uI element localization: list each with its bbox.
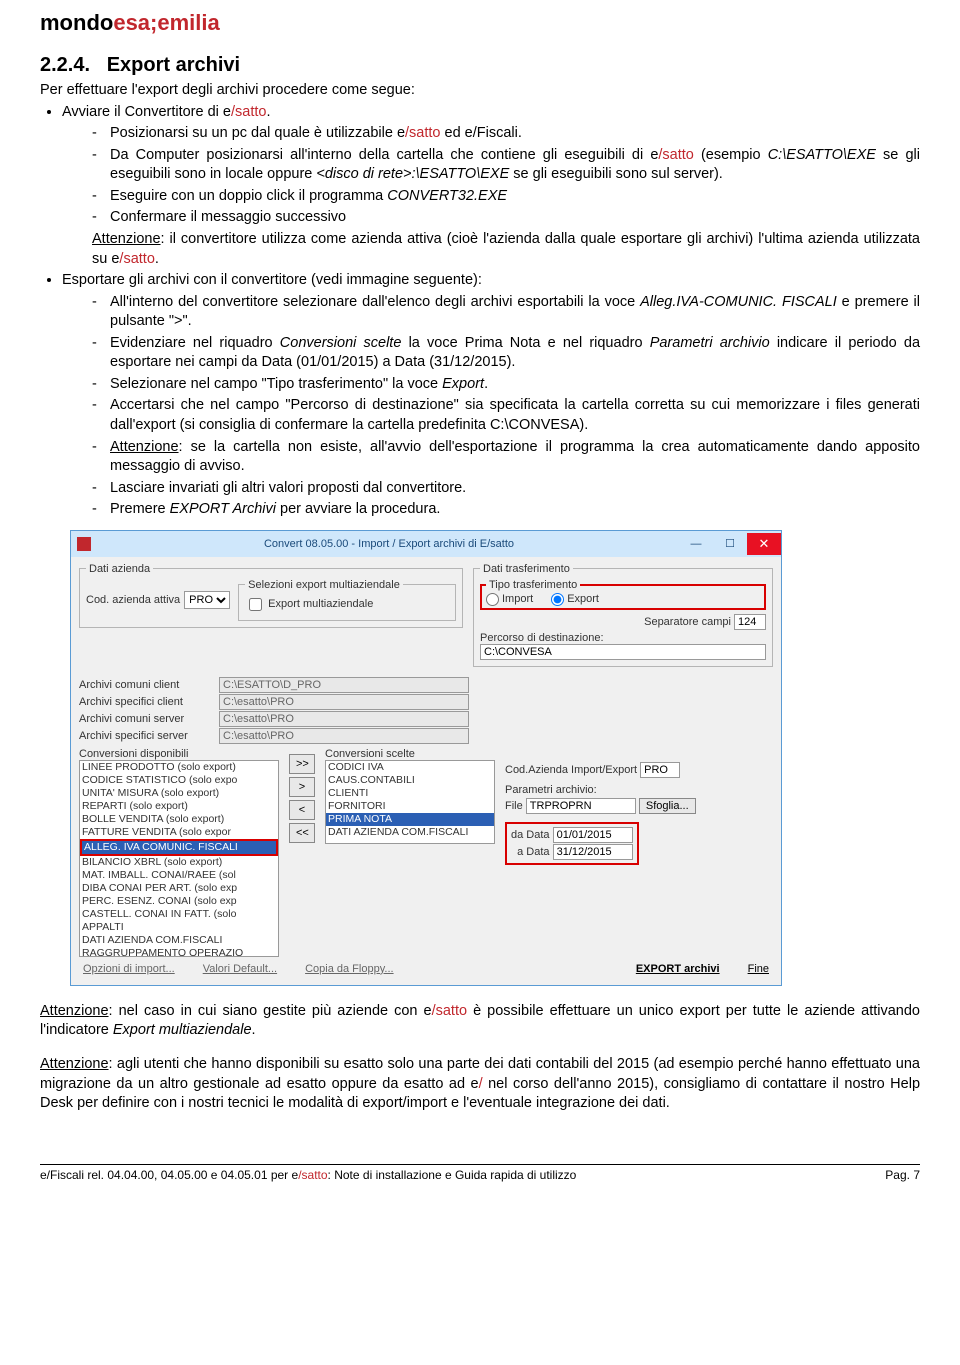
date-range-box: da Data a Data: [505, 822, 639, 865]
move-left[interactable]: <: [289, 800, 315, 820]
brand-part2: esa;emilia: [113, 10, 219, 35]
cod-ie-input[interactable]: [640, 762, 680, 778]
ass-label: Archivi specifici server: [79, 730, 219, 742]
fieldset-tipo-trasf: Tipo trasferimento Import Export: [480, 579, 766, 610]
conv-scelte-list[interactable]: CODICI IVACAUS.CONTABILICLIENTIFORNITORI…: [325, 760, 495, 844]
asc-label: Archivi specifici client: [79, 696, 219, 708]
ass-input: [219, 728, 469, 744]
radio-export[interactable]: Export: [551, 593, 599, 606]
window-title: Convert 08.05.00 - Import / Export archi…: [99, 538, 679, 550]
acc-label: Archivi comuni client: [79, 679, 219, 691]
percorso-input[interactable]: [480, 644, 766, 660]
list-item: Accertarsi che nel campo "Percorso di de…: [92, 396, 920, 435]
parametri-label: Parametri archivio:: [505, 784, 773, 796]
copia-floppy-button[interactable]: Copia da Floppy...: [305, 963, 393, 975]
conv-scelte-label: Conversioni scelte: [325, 748, 495, 760]
list-item: Esportare gli archivi con il convertitor…: [62, 271, 920, 520]
app-window: Convert 08.05.00 - Import / Export archi…: [70, 530, 782, 986]
close-button[interactable]: ✕: [747, 533, 781, 555]
fieldset-selezioni-multi: Selezioni export multiaziendale Export m…: [238, 579, 456, 621]
section-heading: 2.2.4. Export archivi: [40, 54, 920, 77]
list-item: Premere EXPORT Archivi per avviare la pr…: [92, 500, 920, 520]
minimize-button[interactable]: —: [679, 533, 713, 555]
fieldset-dati-azienda: Dati azienda Cod. azienda attiva PRO Sel…: [79, 563, 463, 628]
list-item: Lasciare invariati gli altri valori prop…: [92, 479, 920, 499]
list-item: Posizionarsi su un pc dal quale è utiliz…: [92, 124, 920, 144]
separator-row: Separatore campi: [480, 614, 766, 630]
sfoglia-button[interactable]: Sfoglia...: [639, 798, 696, 814]
list-item: All'interno del convertitore selezionare…: [92, 293, 920, 332]
list-item: Da Computer posizionarsi all'interno del…: [92, 146, 920, 185]
attention-multi: Attenzione: nel caso in cui siano gestit…: [40, 1002, 920, 1041]
list-item: Selezionare nel campo "Tipo trasferiment…: [92, 375, 920, 395]
document-page: mondoesa;emilia 2.2.4. Export archivi Pe…: [0, 0, 960, 1212]
percorso-label: Percorso di destinazione:: [480, 632, 766, 644]
cod-azienda-label: Cod. azienda attiva: [86, 594, 180, 606]
acs-label: Archivi comuni server: [79, 713, 219, 725]
footer-left: e/Fiscali rel. 04.04.00, 04.05.00 e 04.0…: [40, 1168, 576, 1182]
maximize-button[interactable]: ☐: [713, 533, 747, 555]
cod-azienda-select[interactable]: PRO: [184, 591, 230, 609]
list-item: Avviare il Convertitore di e/satto. Posi…: [62, 103, 920, 270]
acc-input: [219, 677, 469, 693]
bullet-list: Avviare il Convertitore di e/satto. Posi…: [62, 103, 920, 520]
move-buttons: >> > < <<: [289, 748, 315, 957]
brand-part1: mondo: [40, 10, 113, 35]
attention-helpdesk: Attenzione: agli utenti che hanno dispon…: [40, 1055, 920, 1114]
export-archivi-button[interactable]: EXPORT archivi: [636, 963, 720, 975]
da-data-input[interactable]: [553, 827, 633, 843]
brand-header: mondoesa;emilia: [40, 10, 920, 36]
fine-button[interactable]: Fine: [748, 963, 769, 975]
list-item: Eseguire con un doppio click il programm…: [92, 187, 920, 207]
move-right[interactable]: >: [289, 777, 315, 797]
app-icon: [77, 537, 91, 551]
intro-text: Per effettuare l'export degli archivi pr…: [40, 81, 920, 101]
list-item: Confermare il messaggio successivo: [92, 208, 920, 228]
bottom-buttons: Opzioni di import... Valori Default... C…: [79, 957, 773, 977]
opzioni-import-button[interactable]: Opzioni di import...: [83, 963, 175, 975]
a-data-input[interactable]: [553, 844, 633, 860]
app-screenshot: Convert 08.05.00 - Import / Export archi…: [70, 530, 920, 986]
cod-ie-row: Cod.Azienda Import/Export: [505, 762, 773, 778]
valori-default-button[interactable]: Valori Default...: [203, 963, 277, 975]
radio-import[interactable]: Import: [486, 593, 533, 606]
list-item: Evidenziare nel riquadro Conversioni sce…: [92, 334, 920, 373]
file-input[interactable]: [526, 798, 636, 814]
move-all-left[interactable]: <<: [289, 823, 315, 843]
conv-disponibili-label: Conversioni disponibili: [79, 748, 279, 760]
export-multi-checkbox[interactable]: Export multiaziendale: [245, 595, 449, 614]
move-all-right[interactable]: >>: [289, 754, 315, 774]
page-footer: e/Fiscali rel. 04.04.00, 04.05.00 e 04.0…: [40, 1164, 920, 1182]
titlebar: Convert 08.05.00 - Import / Export archi…: [71, 531, 781, 557]
attention-note: Attenzione: il convertitore utilizza com…: [92, 230, 920, 269]
list-item: Attenzione: se la cartella non esiste, a…: [92, 438, 920, 477]
acs-input: [219, 711, 469, 727]
conv-disponibili-list[interactable]: LINEE PRODOTTO (solo export)CODICE STATI…: [79, 760, 279, 957]
asc-input: [219, 694, 469, 710]
fieldset-dati-trasferimento: Dati trasferimento Tipo trasferimento Im…: [473, 563, 773, 667]
footer-right: Pag. 7: [885, 1168, 920, 1182]
separator-input[interactable]: [734, 614, 766, 630]
